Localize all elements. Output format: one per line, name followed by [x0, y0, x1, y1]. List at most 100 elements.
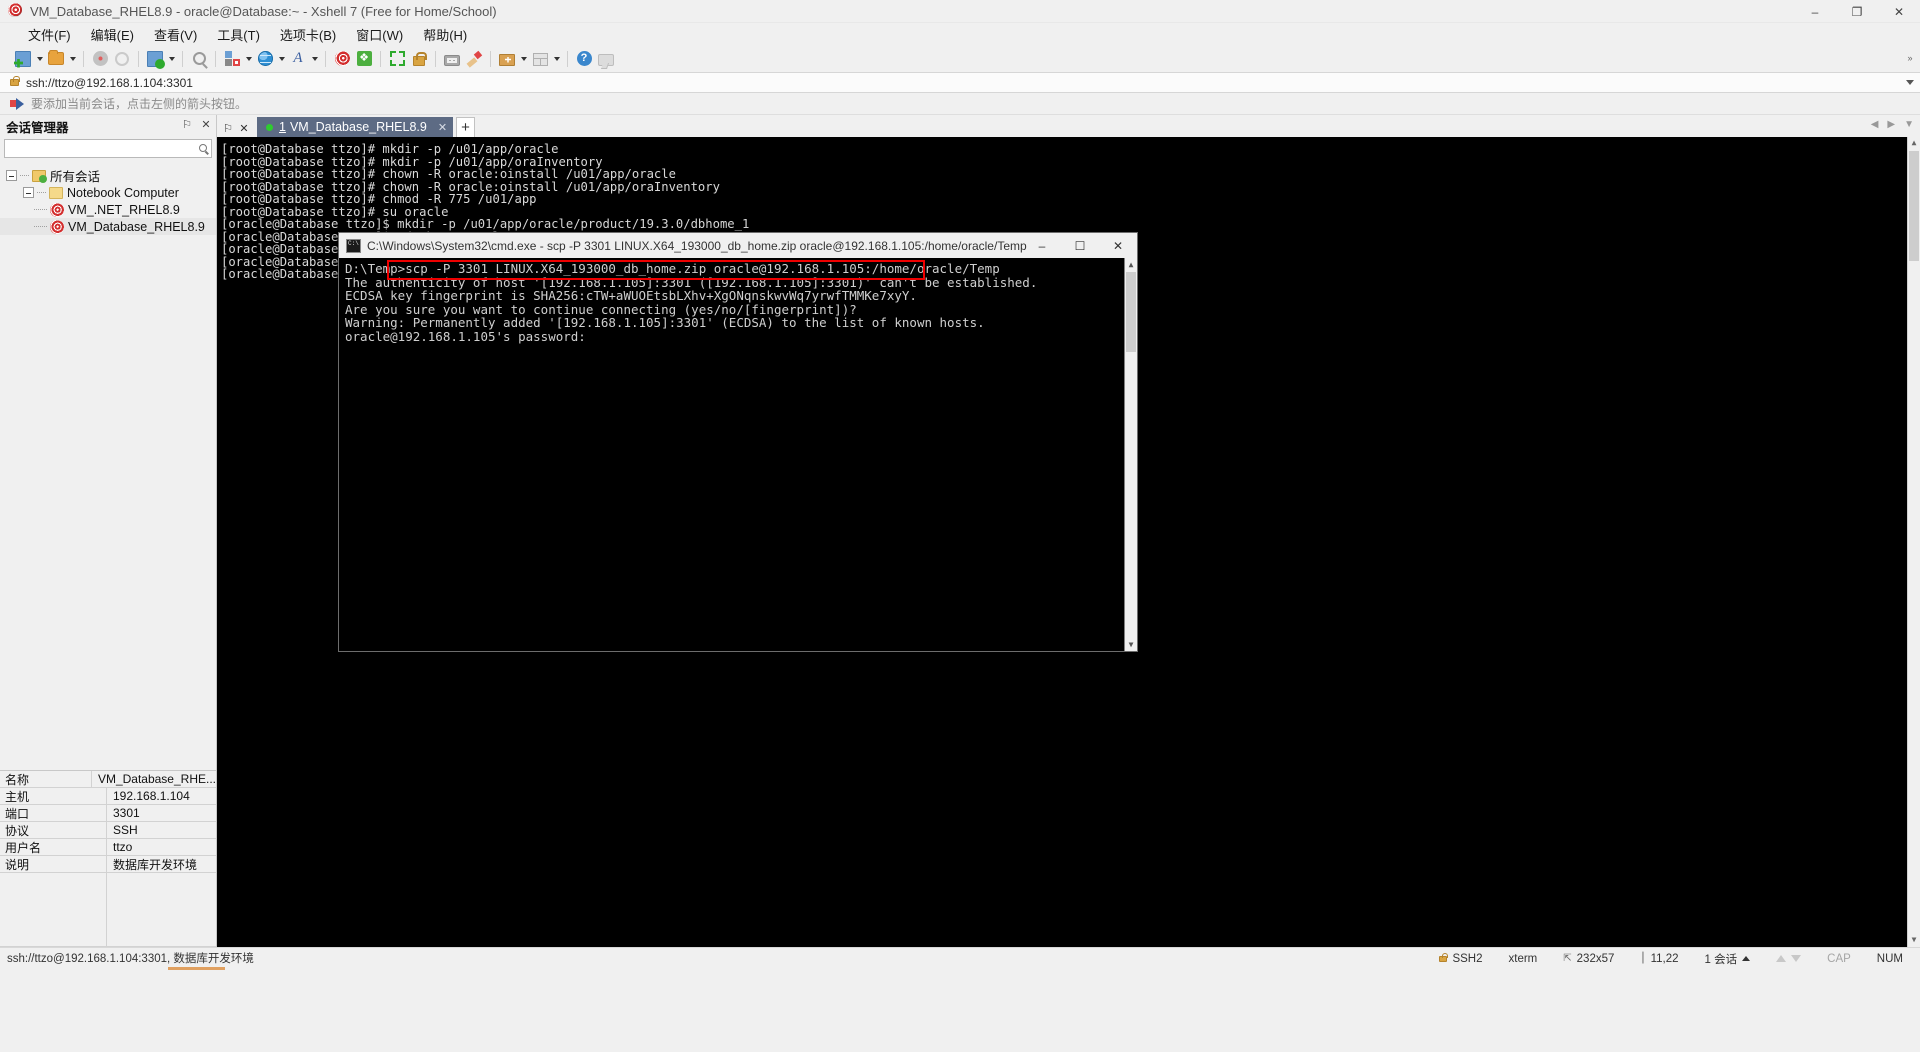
status-sessions-label: 1 会话 [1704, 953, 1738, 966]
minimize-button[interactable]: – [1794, 0, 1836, 23]
cmd-maximize-button[interactable]: ☐ [1061, 233, 1099, 258]
xshell-app-icon [8, 3, 24, 19]
address-input[interactable]: ssh://ttzo@192.168.1.104:3301 [26, 76, 193, 90]
tab-close-button[interactable]: ✕ [438, 121, 447, 134]
lock-icon [10, 76, 20, 86]
encoding-dropdown[interactable] [276, 48, 287, 70]
chevron-up-icon[interactable] [1742, 956, 1751, 961]
property-key: 说明 [0, 856, 107, 872]
fullscreen-button[interactable] [386, 48, 408, 70]
cmd-title-bar[interactable]: C:\Windows\System32\cmd.exe - scp -P 330… [339, 233, 1137, 258]
tab-close-icon[interactable]: ✕ [236, 119, 252, 137]
highlight-button[interactable] [463, 48, 485, 70]
scrollbar-thumb[interactable] [1909, 151, 1919, 261]
grid-layout-dropdown[interactable] [551, 48, 562, 70]
cmd-scrollbar-thumb[interactable] [1126, 272, 1136, 352]
tree-item-vm-database[interactable]: VM_Database_RHEL8.9 [0, 218, 216, 235]
all-sessions-icon [32, 169, 47, 183]
property-row-username: 用户名 ttzo [0, 839, 216, 856]
scroll-down-icon[interactable]: ▼ [1908, 934, 1920, 947]
property-key: 协议 [0, 822, 107, 838]
toolbar-group-find [188, 48, 210, 70]
xshell-button[interactable] [331, 48, 353, 70]
font-dropdown[interactable] [309, 48, 320, 70]
tree-connector [20, 175, 30, 176]
disconnect-icon [92, 51, 108, 66]
tab-next-icon[interactable]: ▶ [1887, 119, 1895, 130]
menu-window[interactable]: 窗口(W) [346, 23, 413, 46]
cmd-scrollbar[interactable]: ▲ ▼ [1124, 258, 1137, 651]
chevron-down-icon[interactable] [1906, 80, 1914, 85]
menu-tools[interactable]: 工具(T) [207, 23, 270, 46]
cmd-close-button[interactable]: ✕ [1099, 233, 1137, 258]
menu-help[interactable]: 帮助(H) [413, 23, 477, 46]
encoding-button[interactable] [254, 48, 276, 70]
property-key: 用户名 [0, 839, 107, 855]
tree-item-notebook-computer[interactable]: Notebook Computer [0, 184, 216, 201]
layout-dropdown[interactable] [243, 48, 254, 70]
grid-layout-button[interactable] [529, 48, 551, 70]
maximize-button[interactable]: ❐ [1836, 0, 1878, 23]
font-button[interactable]: A [287, 48, 309, 70]
menu-view[interactable]: 查看(V) [144, 23, 207, 46]
session-manager-panel: 会话管理器 ⚐ ✕ 所有会话 Notebook Computer VM_.NET… [0, 115, 217, 947]
open-session-dropdown[interactable] [67, 48, 78, 70]
new-session-button[interactable] [12, 48, 34, 70]
new-session-dropdown[interactable] [34, 48, 45, 70]
tab-vm-database[interactable]: 1 VM_Database_RHEL8.9 ✕ [257, 117, 454, 137]
tree-item-all-sessions[interactable]: 所有会话 [0, 167, 216, 184]
find-button[interactable] [188, 48, 210, 70]
status-cap: CAP [1827, 952, 1851, 965]
toolbar: A ❖ ? » [0, 45, 1920, 72]
open-session-button[interactable] [45, 48, 67, 70]
pin-icon[interactable]: ⚐ [181, 118, 193, 132]
tab-menu-icon[interactable]: ▼ [1904, 119, 1914, 130]
xftp-button[interactable]: ❖ [353, 48, 375, 70]
tab-prev-icon[interactable]: ◀ [1871, 119, 1879, 130]
chat-button[interactable] [595, 48, 617, 70]
keyboard-button[interactable] [441, 48, 463, 70]
new-folder-dropdown[interactable] [518, 48, 529, 70]
help-button[interactable]: ? [573, 48, 595, 70]
close-icon[interactable]: ✕ [200, 118, 212, 132]
new-tab-button[interactable]: + [456, 117, 476, 137]
close-button[interactable]: ✕ [1878, 0, 1920, 23]
scroll-up-icon[interactable]: ▲ [1908, 137, 1920, 150]
expander-icon[interactable] [23, 187, 34, 198]
tree-item-vm-net[interactable]: VM_.NET_RHEL8.9 [0, 201, 216, 218]
new-folder-button[interactable] [496, 48, 518, 70]
address-bar[interactable]: ssh://ttzo@192.168.1.104:3301 [0, 72, 1920, 93]
cmd-minimize-button[interactable]: – [1023, 233, 1061, 258]
cmd-window[interactable]: C:\Windows\System32\cmd.exe - scp -P 330… [338, 232, 1138, 652]
session-search-input[interactable] [4, 139, 212, 158]
status-dimensions-label: 232x57 [1576, 952, 1615, 965]
tab-number: 1 [279, 120, 286, 134]
status-dimensions: ⇱ 232x57 [1550, 953, 1627, 965]
open-folder-icon [48, 50, 64, 65]
session-properties-dropdown[interactable] [166, 48, 177, 70]
tab-pin-icon[interactable]: ⚐ [220, 119, 236, 137]
terminal-scrollbar[interactable]: ▲ ▼ [1907, 137, 1920, 947]
menu-file[interactable]: 文件(F) [18, 23, 81, 46]
reconnect-button[interactable] [111, 48, 133, 70]
grid-layout-icon [532, 52, 548, 66]
status-cursor-label: 11,22 [1650, 952, 1679, 965]
download-arrow-icon [1791, 955, 1802, 962]
property-value: 3301 [113, 806, 140, 820]
status-protocol: SSH2 [1426, 953, 1495, 965]
menu-edit[interactable]: 编辑(E) [81, 23, 144, 46]
status-sessions[interactable]: 1 会话 [1692, 951, 1764, 967]
layout-button[interactable] [221, 48, 243, 70]
session-tree: 所有会话 Notebook Computer VM_.NET_RHEL8.9 V… [0, 158, 216, 770]
session-manager-header: 会话管理器 ⚐ ✕ [0, 115, 216, 137]
toolbar-overflow-button[interactable]: » [1904, 51, 1916, 65]
session-properties-button[interactable] [144, 48, 166, 70]
property-value: ttzo [113, 840, 133, 854]
cmd-scroll-down-icon[interactable]: ▼ [1125, 638, 1137, 651]
cmd-output[interactable]: D:\Temp>scp -P 3301 LINUX.X64_193000_db_… [339, 258, 1137, 651]
disconnect-button[interactable] [89, 48, 111, 70]
lock-button[interactable] [408, 48, 430, 70]
expander-icon[interactable] [6, 170, 17, 181]
menu-tabs[interactable]: 选项卡(B) [270, 23, 346, 46]
cmd-scroll-up-icon[interactable]: ▲ [1125, 258, 1137, 271]
